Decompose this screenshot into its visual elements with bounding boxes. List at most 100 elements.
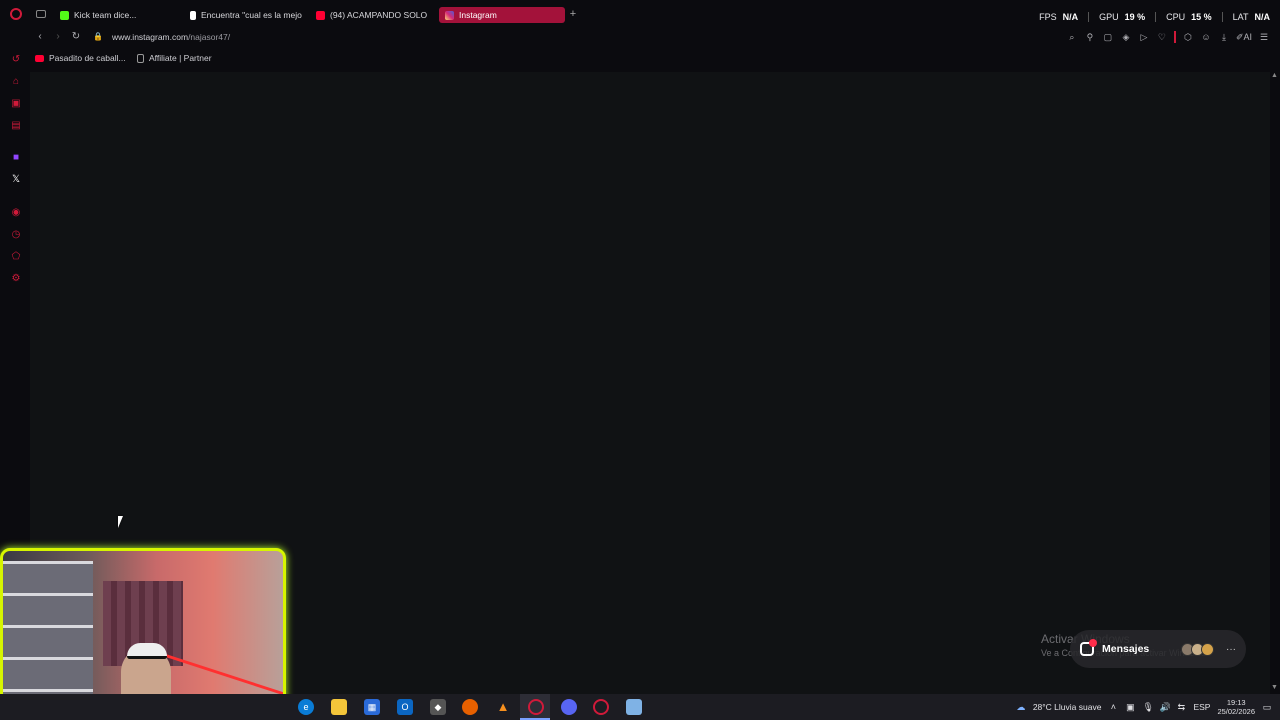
weather-text[interactable]: 28°C Lluvia suave [1033,702,1102,712]
heart-icon[interactable]: ♡ [1156,31,1168,43]
store-icon[interactable]: ▦ [364,699,380,715]
bookmark-label: Pasadito de caball... [49,53,126,63]
opera-gx-logo-icon[interactable] [10,8,22,20]
messenger-icon [1080,639,1097,656]
opera-gx-icon[interactable] [593,699,609,715]
profile-icon[interactable]: ☺ [1200,31,1212,43]
player-icon[interactable]: ◉ [10,207,22,219]
discord-icon[interactable] [561,699,577,715]
mouse-cursor-icon [118,516,123,528]
messages-label: Mensajes [1102,643,1150,655]
url-field[interactable]: www.instagram.com/najasor47/ [112,32,230,42]
more-icon: ··· [1226,643,1236,655]
taskbar: e ▦ O ◆ ▲ ☁ 28°C Lluvia suave ˄ ▣ 🎙 🔊 ⇆ … [0,694,1280,720]
tab-label: (94) ACAMPANDO SOLO [330,10,428,20]
tab-youtube[interactable]: (94) ACAMPANDO SOLO [310,7,436,23]
download-icon[interactable]: ⤓ [1218,31,1230,43]
instagram-icon [445,10,454,20]
zoom-icon[interactable]: ⌕ [1066,31,1078,43]
tiktok-icon [190,10,196,20]
weather-icon[interactable]: ☁ [1016,702,1026,712]
url-path: /najasor47/ [188,32,231,42]
twitch-icon[interactable]: ■ [10,152,22,164]
tab-label: Encuentra "cual es la mejo [201,10,302,20]
cpu-label: CPU [1166,12,1186,22]
history-icon[interactable]: ◷ [10,229,22,241]
tab-kick[interactable]: Kick team dice... [54,7,184,23]
firefox-icon[interactable] [462,699,478,715]
cpu-value: 15 % [1191,12,1212,22]
toolbar-icons: ⌕ ⚲ ▢ ◈ ▷ ♡ ⬡ ☺ ⤓ ✐AI ☰ [1066,31,1270,43]
scroll-up-icon[interactable]: ▲ [1271,72,1278,79]
extensions-sidebar-icon[interactable]: ⬠ [10,251,22,263]
scrollbar[interactable] [1270,72,1280,694]
language-indicator[interactable]: ESP [1193,702,1210,712]
pin-icon[interactable]: ⚲ [1084,31,1096,43]
clock-date: 25/02/2026 [1217,707,1255,716]
ai-button[interactable]: ✐AI [1236,31,1252,43]
menu-icon[interactable]: ☰ [1258,31,1270,43]
notification-dot [1089,639,1097,647]
shield-icon[interactable]: ◈ [1120,31,1132,43]
bookmark-item[interactable]: Affiliate | Partner [137,53,212,63]
lock-icon[interactable]: 🔒 [92,31,104,43]
gx-control-icon[interactable]: ↺ [10,54,22,66]
bookmark-label: Affiliate | Partner [149,53,212,63]
sidebar: ↺ ⌂ ▣ ▤ ■ 𝕏 ◉ ◷ ⬠ ⚙ [0,50,30,300]
chevron-up-icon[interactable]: ˄ [1108,702,1118,712]
divider [1173,31,1176,43]
new-tab-button[interactable]: + [568,9,578,20]
lat-label: LAT [1232,12,1249,22]
app-icon[interactable]: ◆ [430,699,446,715]
tab-label: Instagram [459,10,497,20]
snapshot-icon[interactable]: ▢ [1102,31,1114,43]
volume-icon[interactable]: 🔊 [1159,702,1170,712]
divider [1155,12,1157,22]
page-icon [137,53,144,63]
messenger-icon[interactable]: ▣ [10,98,22,110]
cap [127,643,167,659]
kick-icon [60,10,69,20]
gpu-label: GPU [1099,12,1119,22]
outlook-icon[interactable]: O [397,699,413,715]
back-icon[interactable]: ‹ [34,31,46,43]
tab-label: Kick team dice... [74,10,137,20]
messages-pill[interactable]: Mensajes ··· [1070,630,1246,668]
file-explorer-icon[interactable] [331,699,347,715]
tab-tiktok[interactable]: Encuentra "cual es la mejo [184,7,310,23]
avatar-stack [1181,642,1214,656]
opera-gx-icon[interactable] [528,699,544,715]
gx-stats: FPS N/A GPU 19 % CPU 15 % LAT N/A [1039,12,1270,22]
address-bar: ‹ › ↻ 🔒 www.instagram.com/najasor47/ ⌕ ⚲… [0,28,1280,46]
notifications-icon[interactable]: ▭ [1262,702,1272,712]
tab-manager-icon[interactable] [36,10,46,18]
youtube-icon [35,54,44,62]
bookmarks-bar: Pasadito de caball... Affiliate | Partne… [0,50,1280,68]
tv-icon[interactable]: ▤ [10,120,22,132]
settings-icon[interactable]: ⚙ [10,273,22,285]
notepad-icon[interactable] [626,699,642,715]
fps-label: FPS [1039,12,1057,22]
x-icon[interactable]: 𝕏 [10,174,22,186]
ai-label: AI [1243,32,1252,42]
tab-bar: Kick team dice... Encuentra "cual es la … [0,0,1280,28]
play-icon[interactable]: ▷ [1138,31,1150,43]
divider [1088,12,1090,22]
url-host: www.instagram.com [112,32,189,42]
clock[interactable]: 19:13 25/02/2026 [1217,698,1255,716]
microphone-icon[interactable]: 🎙 [1142,702,1153,712]
tab-instagram[interactable]: Instagram [439,7,565,23]
forward-icon[interactable]: › [52,31,64,43]
scroll-down-icon[interactable]: ▼ [1271,684,1278,691]
gx-corner-icon[interactable]: ⌂ [10,76,22,88]
vlc-icon[interactable]: ▲ [495,699,511,715]
bookmark-item[interactable]: Pasadito de caball... [35,53,126,63]
youtube-icon [316,10,325,20]
edge-icon[interactable]: e [298,699,314,715]
gpu-value: 19 % [1124,12,1146,22]
network-icon[interactable]: ⇆ [1176,702,1186,712]
reload-icon[interactable]: ↻ [70,31,82,43]
divider [1221,12,1223,22]
device-icon[interactable]: ▣ [1125,702,1135,712]
extensions-icon[interactable]: ⬡ [1182,31,1194,43]
